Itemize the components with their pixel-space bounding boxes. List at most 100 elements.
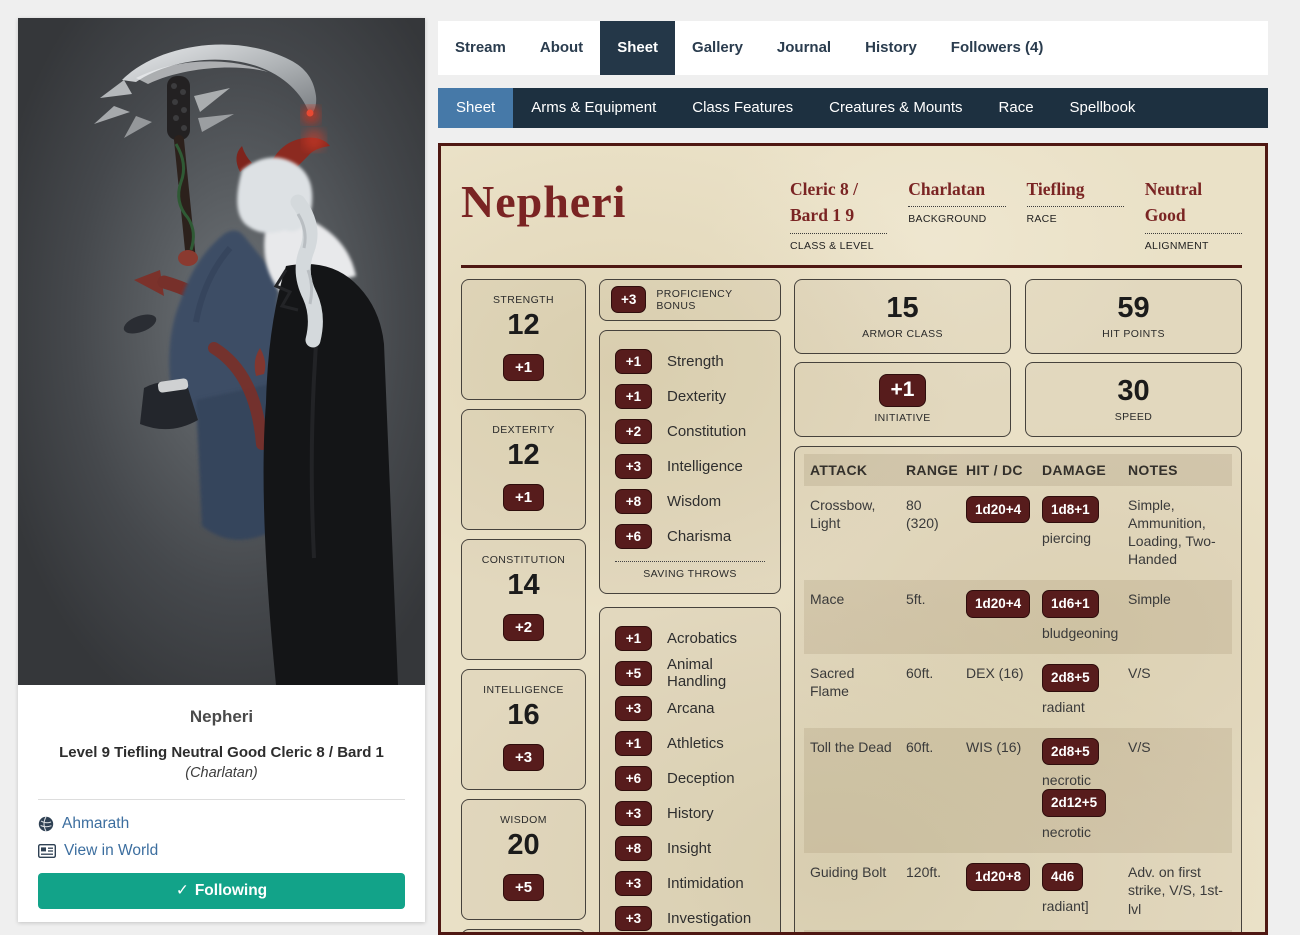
top-tab[interactable]: Sheet <box>600 21 675 75</box>
skill-badge: +1 <box>615 731 652 756</box>
skill-badge: +3 <box>615 906 652 931</box>
top-tab-bar: Stream About Sheet Gallery Journal Histo… <box>438 21 1268 75</box>
ability-modifier-badge: +1 <box>503 354 544 381</box>
skill-badge: +3 <box>615 871 652 896</box>
sheet-tab[interactable]: Sheet <box>438 88 513 128</box>
top-tab-label: Gallery <box>692 39 743 56</box>
saving-throws-list: +1 Strength +1 Dexterity +2 Consti <box>615 348 765 550</box>
ability-score: 16 <box>462 699 585 732</box>
top-tab[interactable]: Stream <box>438 21 523 75</box>
grip-hand <box>178 250 198 266</box>
attack-name-cell: Crossbow, Light <box>804 486 900 581</box>
header-field: Cleric 8 / Bard 1 9 CLASS & LEVEL <box>790 176 887 252</box>
speed-value: 30 <box>1117 375 1149 408</box>
saving-throw-row: +1 Dexterity <box>615 383 765 410</box>
attack-hit-cell: DEX (16) <box>960 654 1036 728</box>
attack-name-cell: Mace <box>804 580 900 654</box>
top-tab-label: Journal <box>777 39 831 56</box>
ability-score: 14 <box>462 569 585 602</box>
sheet-tab[interactable]: Creatures & Mounts <box>811 88 980 128</box>
attack-notes-cell: V/S <box>1122 654 1232 728</box>
hit-points-value: 59 <box>1117 292 1149 325</box>
top-tab-label: Sheet <box>617 39 658 56</box>
saving-throw-name: Wisdom <box>667 493 721 510</box>
skill-name: Athletics <box>667 735 724 752</box>
attack-name-cell: Sacred Flame <box>804 654 900 728</box>
ability-score: 12 <box>462 439 585 472</box>
attack-row: Crossbow, Light80 (320)1d20+41d8+1pierci… <box>804 486 1232 581</box>
divider <box>38 799 405 800</box>
saving-throw-row: +8 Wisdom <box>615 488 765 515</box>
attack-name-cell: Ray of Enfeeblement <box>804 930 900 935</box>
ability-modifier-badge: +2 <box>503 614 544 641</box>
saving-throw-row: +1 Strength <box>615 348 765 375</box>
ability-box: INTELLIGENCE 16 +3 <box>461 669 586 790</box>
attack-name-cell: Guiding Bolt <box>804 853 900 930</box>
skill-row: +3 Investigation <box>615 905 765 932</box>
attack-row: Mace5ft.1d20+41d6+1bludgeoningSimple <box>804 580 1232 654</box>
damage-type: piercing <box>1042 529 1116 547</box>
header-field-value: Tiefling <box>1027 176 1124 207</box>
attack-column-header: DAMAGE <box>1036 454 1122 486</box>
attack-hit-cell: 1d20+4 <box>960 580 1036 654</box>
ability-score: 12 <box>462 309 585 342</box>
attack-column-header: RANGE <box>900 454 960 486</box>
sheet-columns: STRENGTH 12 +1 DEXTERITY 12 +1 CONSTITUT… <box>461 279 1242 935</box>
damage-roll-badge: 1d6+1 <box>1042 590 1099 618</box>
top-tab[interactable]: About <box>523 21 600 75</box>
skill-name: Insight <box>667 840 711 857</box>
saving-throw-badge: +2 <box>615 419 652 444</box>
character-sheet: Nepheri Cleric 8 / Bard 1 9 CLASS & LEVE… <box>438 143 1268 935</box>
attack-range-cell: 5ft. <box>900 580 960 654</box>
top-tab[interactable]: Followers (4) <box>934 21 1061 75</box>
sheet-tab[interactable]: Spellbook <box>1052 88 1154 128</box>
view-in-world-link[interactable]: View in World <box>38 842 405 860</box>
saving-throw-badge: +6 <box>615 524 652 549</box>
ability-score: 20 <box>462 829 585 862</box>
attack-hit-cell: WIS (16) <box>960 728 1036 853</box>
damage-type: radiant <box>1042 698 1116 716</box>
sheet-tab[interactable]: Class Features <box>674 88 811 128</box>
saving-throw-name: Dexterity <box>667 388 726 405</box>
check-icon: ✓ <box>176 882 189 899</box>
world-link-label: Ahmarath <box>62 815 129 833</box>
right-column: 15 ARMOR CLASS 59 HIT POINTS +1 INITIATI… <box>794 279 1242 935</box>
skill-name: Animal Handling <box>667 656 765 690</box>
skill-badge: +6 <box>615 766 652 791</box>
sheet-tab-label: Spellbook <box>1070 99 1136 116</box>
top-tab-label: History <box>865 39 917 56</box>
sheet-tab[interactable]: Race <box>981 88 1052 128</box>
sheet-tab[interactable]: Arms & Equipment <box>513 88 674 128</box>
saving-throw-row: +6 Charisma <box>615 523 765 550</box>
damage-roll-badge: 2d8+5 <box>1042 738 1099 766</box>
skill-name: Deception <box>667 770 735 787</box>
skill-row: +3 History <box>615 800 765 827</box>
world-card-icon <box>38 844 56 858</box>
attack-row: Guiding Bolt120ft.1d20+84d6radiant]Adv. … <box>804 853 1232 930</box>
skill-row: +8 Insight <box>615 835 765 862</box>
attack-range-cell: 60ft. <box>900 654 960 728</box>
sheet-tab-label: Race <box>999 99 1034 116</box>
following-button[interactable]: ✓ Following <box>38 873 405 909</box>
top-tab[interactable]: Gallery <box>675 21 760 75</box>
ability-box: CONSTITUTION 14 +2 <box>461 539 586 660</box>
skill-name: Acrobatics <box>667 630 737 647</box>
armor-class-box: 15 ARMOR CLASS <box>794 279 1011 354</box>
header-field-label: CLASS & LEVEL <box>790 240 887 252</box>
attack-damage-cell: 1d8+1piercing <box>1036 486 1122 581</box>
sheet-tab-label: Class Features <box>692 99 793 116</box>
world-link[interactable]: Ahmarath <box>38 815 405 833</box>
top-tab[interactable]: History <box>848 21 934 75</box>
saving-throw-name: Charisma <box>667 528 731 545</box>
abilities-column: STRENGTH 12 +1 DEXTERITY 12 +1 CONSTITUT… <box>461 279 586 935</box>
sheet-tab-label: Creatures & Mounts <box>829 99 962 116</box>
attack-row: Sacred Flame60ft.DEX (16)2d8+5radiantV/S <box>804 654 1232 728</box>
ability-label: INTELLIGENCE <box>462 684 585 696</box>
armor-class-label: ARMOR CLASS <box>862 328 943 340</box>
attack-notes-cell: Simple <box>1122 580 1232 654</box>
following-label: Following <box>195 882 267 899</box>
saving-throw-name: Constitution <box>667 423 746 440</box>
character-portrait[interactable] <box>18 18 425 685</box>
top-tab[interactable]: Journal <box>760 21 848 75</box>
ability-modifier-badge: +3 <box>503 744 544 771</box>
